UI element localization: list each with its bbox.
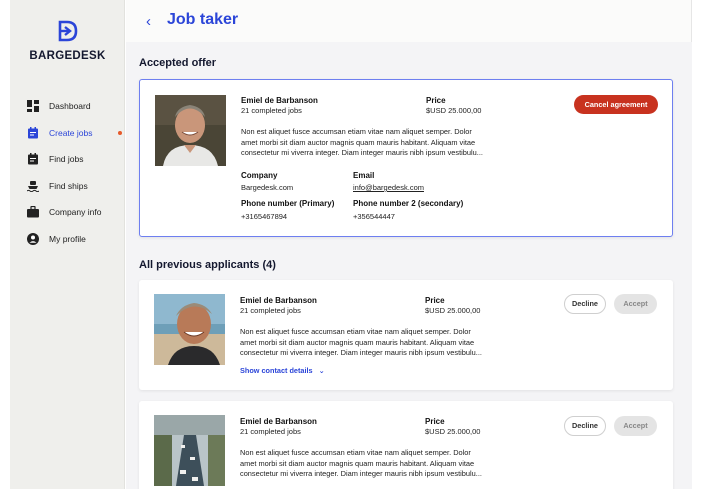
applicant-description: Non est aliquet fusce accumsan etiam vit… [241, 127, 531, 159]
nav-label: My profile [49, 233, 86, 244]
phone-secondary-label: Phone number 2 (secondary) [353, 199, 464, 208]
accept-button[interactable]: Accept [614, 294, 657, 314]
decline-button[interactable]: Decline [564, 294, 606, 314]
applicant-name: Emiel de Barbanson [240, 296, 317, 305]
page-title: Job taker [167, 11, 239, 28]
main-content: ‹ Job taker Accepted offer Emiel de Barb… [126, 0, 692, 489]
phone-secondary-value: +356544447 [353, 212, 395, 221]
email-link[interactable]: info@bargedesk.com [353, 183, 424, 192]
applicant-name: Emiel de Barbanson [241, 96, 318, 105]
create-jobs-icon [28, 126, 38, 139]
completed-jobs: 21 completed jobs [240, 306, 301, 315]
applicant-card: Emiel de Barbanson 21 completed jobs Pri… [139, 401, 673, 489]
brand-name: BARGEDESK [29, 50, 106, 62]
chevron-down-icon: ⌄ [318, 366, 325, 375]
nav-label: Find jobs [49, 154, 84, 165]
header: ‹ Job taker [126, 0, 692, 42]
nav-item-company-info[interactable]: Company info [27, 199, 122, 226]
price-label: Price [425, 417, 445, 426]
accept-button[interactable]: Accept [614, 416, 657, 436]
description-line: amet morbi sit diam auctor magnis quam m… [240, 458, 475, 468]
description-line: consectetur mi viverra integer. Diam int… [241, 148, 483, 157]
bargedesk-logo-icon [58, 20, 77, 42]
cancel-agreement-button[interactable]: Cancel agreement [574, 95, 658, 114]
applicant-description: Non est aliquet fusce accumsan etiam vit… [240, 448, 530, 480]
description-line: amet morbi sit diam auctor magnis quam m… [241, 137, 476, 147]
briefcase-icon [27, 206, 39, 218]
dashboard-icon [27, 100, 39, 113]
phone-primary-value: +3165467894 [241, 212, 288, 221]
applicant-photo [154, 294, 225, 365]
price-value: $USD 25.000,00 [425, 306, 481, 315]
decline-button[interactable]: Decline [564, 416, 606, 436]
profile-icon [27, 232, 39, 245]
applicant-description: Non est aliquet fusce accumsan etiam vit… [240, 327, 530, 359]
description-line: amet morbi sit diam auctor magnis quam m… [240, 337, 475, 347]
applicant-card: Emiel de Barbanson 21 completed jobs Pri… [139, 280, 673, 390]
logo[interactable]: BARGEDESK [10, 20, 125, 62]
notification-dot [118, 130, 122, 135]
price-value: $USD 25.000,00 [425, 427, 481, 436]
applicant-photo [155, 95, 226, 166]
ship-icon [27, 180, 39, 192]
chevron-left-icon[interactable]: ‹ [146, 13, 151, 30]
description-line: consectetur mi viverra integer. Diam int… [240, 469, 482, 478]
nav-item-create-jobs[interactable]: Create jobs [27, 120, 122, 147]
company-label: Company [241, 171, 278, 180]
sidebar-nav: Dashboard Create jobs Find jobs Find shi… [27, 93, 122, 252]
accepted-offer-heading: Accepted offer [139, 57, 217, 69]
email-label: Email [353, 171, 375, 180]
company-value: Bargedesk.com [241, 183, 294, 192]
completed-jobs: 21 completed jobs [240, 427, 301, 436]
show-contact-label: Show contact details [240, 366, 313, 375]
nav-label: Dashboard [49, 101, 91, 112]
applicant-name: Emiel de Barbanson [240, 417, 317, 426]
previous-applicants-heading: All previous applicants (4) [139, 259, 276, 271]
nav-item-find-jobs[interactable]: Find jobs [27, 146, 122, 173]
price-label: Price [426, 96, 446, 105]
nav-item-dashboard[interactable]: Dashboard [27, 93, 122, 120]
price-value: $USD 25.000,00 [426, 106, 482, 115]
sidebar: BARGEDESK Dashboard Create jobs Find job… [10, 0, 125, 489]
completed-jobs: 21 completed jobs [241, 106, 302, 115]
price-label: Price [425, 296, 445, 305]
nav-label: Company info [49, 207, 102, 218]
nav-label: Create jobs [49, 127, 93, 138]
description-line: Non est aliquet fusce accumsan etiam vit… [240, 448, 471, 457]
nav-label: Find ships [49, 180, 88, 191]
nav-item-my-profile[interactable]: My profile [27, 226, 122, 253]
description-line: Non est aliquet fusce accumsan etiam vit… [240, 327, 471, 336]
show-contact-details-link[interactable]: Show contact details ⌄ [240, 366, 325, 375]
find-jobs-icon [28, 153, 38, 165]
nav-item-find-ships[interactable]: Find ships [27, 173, 122, 200]
description-line: Non est aliquet fusce accumsan etiam vit… [241, 127, 472, 136]
phone-primary-label: Phone number (Primary) [241, 199, 335, 208]
accepted-offer-card: Emiel de Barbanson 21 completed jobs Pri… [139, 79, 673, 237]
description-line: consectetur mi viverra integer. Diam int… [240, 348, 482, 357]
applicant-photo [154, 415, 225, 486]
